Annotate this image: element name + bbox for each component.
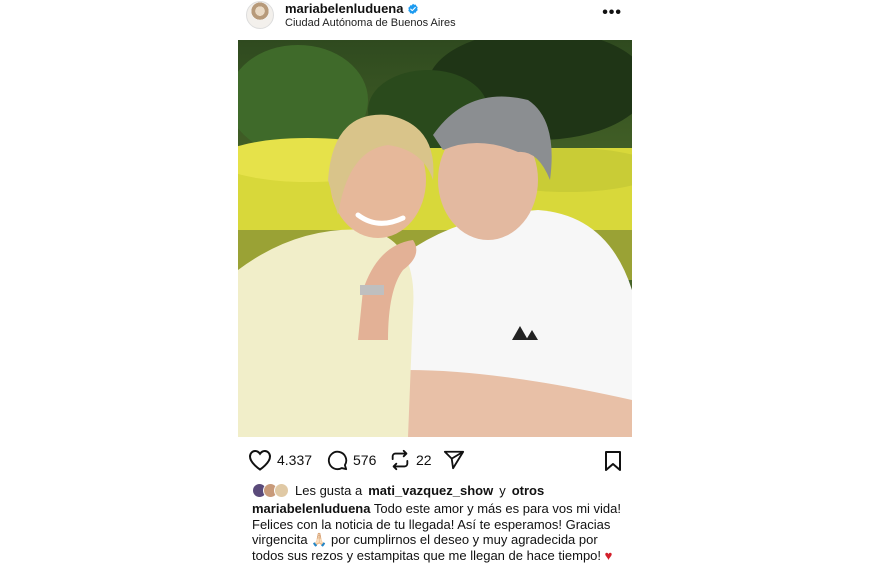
liker-avatar (274, 483, 289, 498)
comment-action: 576 (326, 449, 376, 471)
repost-icon[interactable] (389, 449, 411, 471)
more-options-button[interactable]: ••• (602, 4, 622, 22)
heart-outline-icon[interactable] (248, 449, 272, 471)
action-bar: 4.337 576 22 (238, 446, 632, 476)
heart-emoji: ♥ (604, 547, 613, 563)
share-action (443, 449, 465, 471)
liked-by-others[interactable]: otros (512, 483, 545, 498)
reposts-count[interactable]: 22 (416, 452, 432, 468)
liked-by-user[interactable]: mati_vazquez_show (368, 483, 493, 498)
bookmark-button[interactable] (604, 451, 622, 476)
location-label[interactable]: Ciudad Autónoma de Buenos Aires (285, 17, 456, 29)
comments-count[interactable]: 576 (353, 452, 376, 468)
liker-avatars (252, 483, 289, 498)
username[interactable]: mariabelenluduena (285, 1, 403, 16)
repost-action: 22 (389, 449, 432, 471)
liked-by-row: Les gusta a mati_vazquez_show y otros (252, 483, 544, 498)
share-icon[interactable] (443, 449, 465, 471)
couple-photo-illustration (238, 40, 632, 437)
post-caption: mariabelenluduena Todo este amor y más e… (252, 501, 628, 563)
liked-by-prefix: Les gusta a (295, 483, 363, 498)
bookmark-icon (605, 451, 621, 471)
post-photo[interactable] (238, 40, 632, 437)
username-row[interactable]: mariabelenluduena (285, 1, 419, 16)
instagram-post: mariabelenluduena Ciudad Autónoma de Bue… (238, 0, 632, 580)
avatar[interactable] (246, 1, 274, 29)
post-header: mariabelenluduena Ciudad Autónoma de Bue… (238, 0, 632, 36)
liked-by-joiner: y (499, 483, 506, 498)
likes-count[interactable]: 4.337 (277, 452, 312, 468)
like-action: 4.337 (248, 449, 312, 471)
comment-icon[interactable] (326, 449, 348, 471)
caption-username[interactable]: mariabelenluduena (252, 501, 370, 516)
verified-badge-icon (408, 3, 419, 14)
